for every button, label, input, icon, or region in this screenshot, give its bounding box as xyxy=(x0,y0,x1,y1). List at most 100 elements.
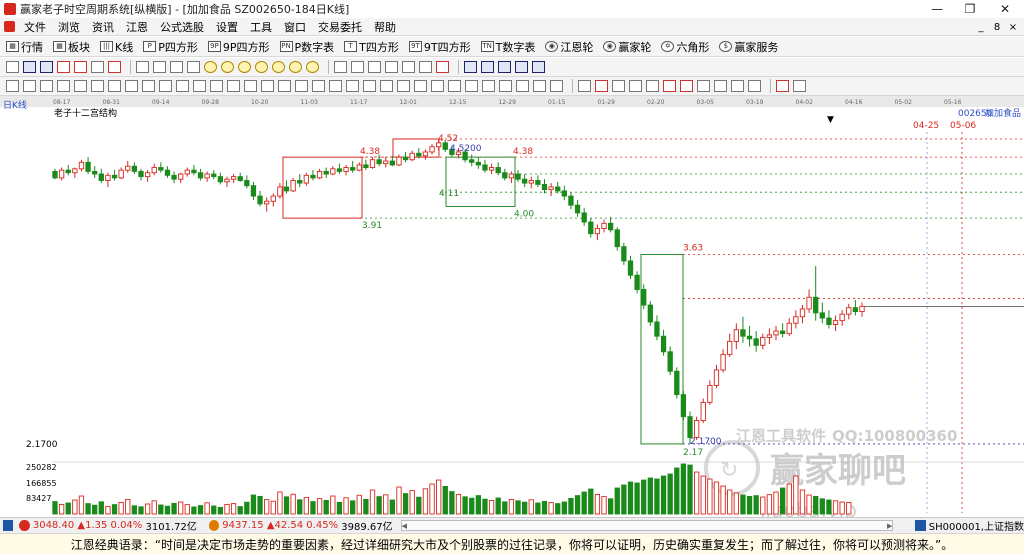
candle-stats-icon[interactable] xyxy=(595,80,608,92)
toolbar-quotes[interactable]: ▦ 行情 xyxy=(6,39,43,55)
tool-h-icon[interactable] xyxy=(125,80,138,92)
toolbar-kline[interactable]: ||| K线 xyxy=(100,39,133,55)
refresh-icon[interactable] xyxy=(532,61,545,73)
menu-trade[interactable]: 交易委托 xyxy=(312,19,368,35)
toolbar-p-square[interactable]: P P四方形 xyxy=(143,39,198,55)
first-icon[interactable] xyxy=(136,61,149,73)
mark-icon[interactable] xyxy=(436,61,449,73)
grid-menu-icon[interactable] xyxy=(3,520,14,531)
zoom-icon[interactable] xyxy=(23,61,36,73)
tool-r-icon[interactable] xyxy=(295,80,308,92)
tool-v-icon[interactable] xyxy=(363,80,376,92)
chart-bars-icon[interactable] xyxy=(646,80,659,92)
diamond-2-icon[interactable] xyxy=(221,61,234,73)
hand-icon[interactable] xyxy=(334,61,347,73)
crosshair-icon[interactable] xyxy=(351,61,364,73)
tool-g-icon[interactable] xyxy=(108,80,121,92)
candlestick-chart[interactable]: 08-17 08-31 09-14 09-28 10-20 11-03 11-17 12-01… xyxy=(0,96,1024,522)
menu-file[interactable]: 文件 xyxy=(18,19,52,35)
menu-window[interactable]: 窗口 xyxy=(278,19,312,35)
tool-ag-icon[interactable] xyxy=(550,80,563,92)
toolbar-9t-square[interactable]: 9T 9T四方形 xyxy=(408,39,471,55)
indicator-dropdown-icon[interactable]: ▼ xyxy=(827,115,834,125)
menu-formula[interactable]: 公式选股 xyxy=(154,19,210,35)
grid-icon[interactable] xyxy=(40,61,53,73)
diamond-1-icon[interactable] xyxy=(204,61,217,73)
kline-weekly-icon[interactable] xyxy=(74,61,87,73)
tool-w-icon[interactable] xyxy=(380,80,393,92)
mdi-restore-button[interactable]: 8 xyxy=(990,22,1004,33)
restore-button[interactable]: ❐ xyxy=(955,0,985,18)
period-label[interactable]: 日K线 xyxy=(3,99,27,111)
tool-d-icon[interactable] xyxy=(57,80,70,92)
diamond-3-icon[interactable] xyxy=(238,61,251,73)
chart-mixed4-icon[interactable] xyxy=(748,80,761,92)
tool-y-icon[interactable] xyxy=(414,80,427,92)
tool-ae-icon[interactable] xyxy=(516,80,529,92)
tool-k-icon[interactable] xyxy=(176,80,189,92)
tool-c-icon[interactable] xyxy=(40,80,53,92)
tool-l-icon[interactable] xyxy=(193,80,206,92)
tool-x-icon[interactable] xyxy=(397,80,410,92)
step-forward-icon[interactable] xyxy=(187,61,200,73)
tool-j-icon[interactable] xyxy=(159,80,172,92)
monitor-icon[interactable] xyxy=(915,520,926,531)
infinity-icon[interactable] xyxy=(793,80,806,92)
chart-red2-icon[interactable] xyxy=(680,80,693,92)
tool-z-icon[interactable] xyxy=(431,80,444,92)
tool-af-icon[interactable] xyxy=(533,80,546,92)
tool-s-icon[interactable] xyxy=(312,80,325,92)
chart-mixed-icon[interactable] xyxy=(697,80,710,92)
menu-settings[interactable]: 设置 xyxy=(210,19,244,35)
play-icon[interactable] xyxy=(153,61,166,73)
period-dropdown-icon[interactable] xyxy=(91,61,104,73)
menu-gann[interactable]: 江恩 xyxy=(120,19,154,35)
menu-help[interactable]: 帮助 xyxy=(368,19,402,35)
minimize-button[interactable]: — xyxy=(922,0,952,18)
diamond-4-icon[interactable] xyxy=(255,61,268,73)
menu-browse[interactable]: 浏览 xyxy=(52,19,86,35)
diamond-5-icon[interactable] xyxy=(272,61,285,73)
toolbar-winner-wheel[interactable]: ◉ 赢家轮 xyxy=(603,39,651,55)
mdi-close-button[interactable]: × xyxy=(1006,22,1020,33)
tool-e-icon[interactable] xyxy=(74,80,87,92)
color-wheel-icon[interactable] xyxy=(776,80,789,92)
sh-index-icon[interactable] xyxy=(19,520,30,531)
diamond-6-icon[interactable] xyxy=(289,61,302,73)
toolbar-sectors[interactable]: ▦ 板块 xyxy=(53,39,90,55)
scroll-left-icon[interactable]: ◀ xyxy=(402,522,407,530)
toolbar-gann-wheel[interactable]: ◉ 江恩轮 xyxy=(545,39,593,55)
step-back-icon[interactable] xyxy=(170,61,183,73)
tool-n-icon[interactable] xyxy=(227,80,240,92)
delete-icon[interactable] xyxy=(515,61,528,73)
chart-mixed2-icon[interactable] xyxy=(714,80,727,92)
layout-icon[interactable] xyxy=(6,61,19,73)
tool-i-icon[interactable] xyxy=(142,80,155,92)
chart-mixed3-icon[interactable] xyxy=(731,80,744,92)
tool-u-icon[interactable] xyxy=(346,80,359,92)
menu-info[interactable]: 资讯 xyxy=(86,19,120,35)
tool-ac-icon[interactable] xyxy=(482,80,495,92)
ray-icon[interactable] xyxy=(385,61,398,73)
note-icon[interactable] xyxy=(498,61,511,73)
tool-b-icon[interactable] xyxy=(23,80,36,92)
chart-red-icon[interactable] xyxy=(663,80,676,92)
tool-aa-icon[interactable] xyxy=(448,80,461,92)
tool-a-icon[interactable] xyxy=(6,80,19,92)
chart-area[interactable]: 08-17 08-31 09-14 09-28 10-20 11-03 11-17 12-01… xyxy=(0,96,1024,522)
line-icon[interactable] xyxy=(368,61,381,73)
menu-tools[interactable]: 工具 xyxy=(244,19,278,35)
close-button[interactable]: ✕ xyxy=(990,0,1020,18)
tool-o-icon[interactable] xyxy=(244,80,257,92)
fan-icon[interactable] xyxy=(419,61,432,73)
diamond-7-icon[interactable] xyxy=(306,61,319,73)
table-icon[interactable] xyxy=(464,61,477,73)
toolbar-9p-square[interactable]: 9P 9P四方形 xyxy=(207,39,270,55)
kline-daily-icon[interactable] xyxy=(57,61,70,73)
flag-icon[interactable] xyxy=(108,61,121,73)
arc-icon[interactable] xyxy=(402,61,415,73)
mdi-minimize-button[interactable]: _ xyxy=(974,22,988,33)
toolbar-service[interactable]: $ 赢家服务 xyxy=(719,39,778,55)
tool-q-icon[interactable] xyxy=(278,80,291,92)
tool-m-icon[interactable] xyxy=(210,80,223,92)
